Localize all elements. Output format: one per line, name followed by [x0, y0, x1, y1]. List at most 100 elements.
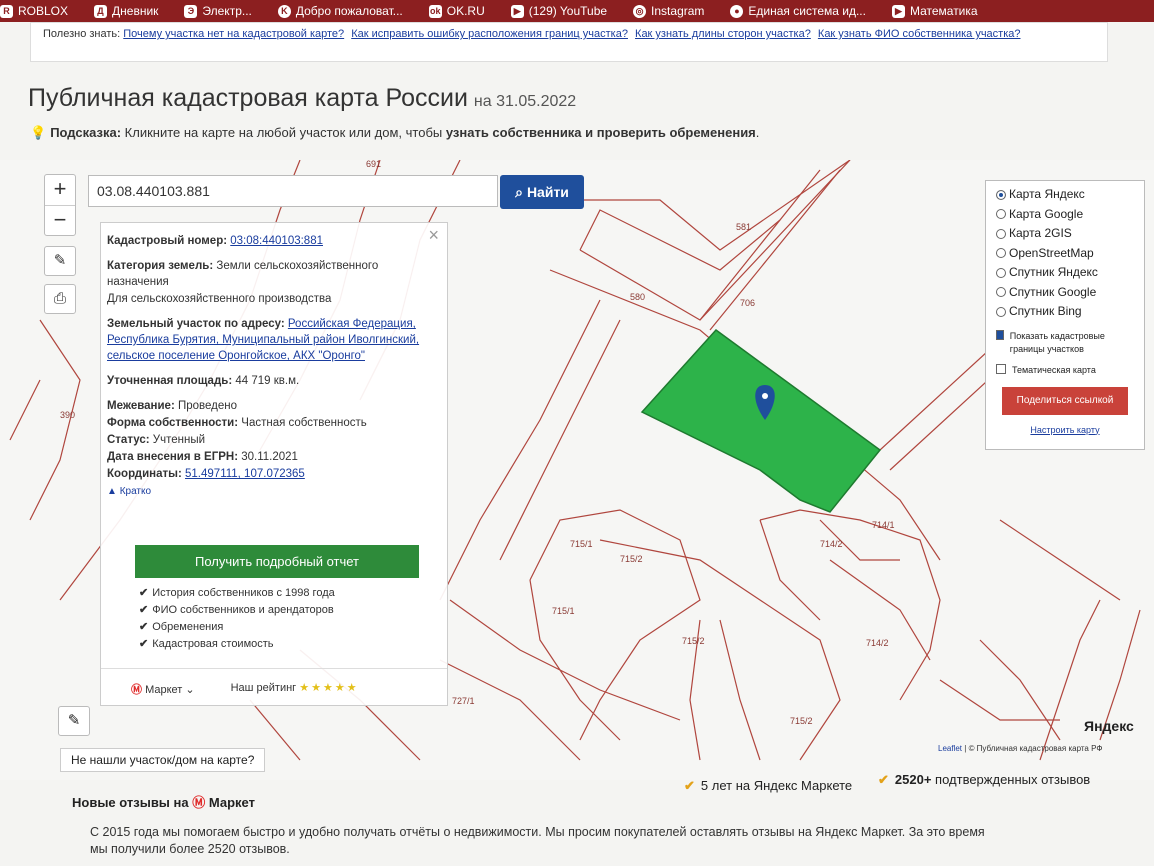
land-category-row: Категория земель: Земли сельскохозяйстве… [107, 260, 379, 288]
close-icon[interactable]: × [428, 225, 439, 246]
layer-option-google-map[interactable]: Карта Google [996, 205, 1134, 225]
parcel-info-panel: × Кадастровый номер: 03:08:440103:881 Ка… [100, 222, 448, 706]
bookmark-diary[interactable]: Д Дневник [94, 4, 158, 18]
print-button[interactable]: ⎙ [44, 284, 76, 314]
check-icon: ✔ [139, 621, 149, 633]
bookmark-youtube[interactable]: ▶ (129) YouTube [510, 4, 607, 18]
tip-link-owner-name[interactable]: Как узнать ФИО собственника участка? [818, 28, 1021, 40]
star-rating-icon: ★★★★★ [299, 682, 359, 694]
area-row: Уточненная площадь: 44 719 кв.м. [107, 375, 300, 387]
ruler-icon: ✎ [53, 252, 67, 269]
parcel-label: 714/2 [866, 638, 889, 648]
layer-option-yandex-map[interactable]: Карта Яндекс [996, 185, 1134, 205]
collapse-link[interactable]: ▲ Кратко [107, 486, 441, 497]
instagram-icon: ◎ [633, 4, 647, 18]
bookmark-roblox[interactable]: R ROBLOX [0, 4, 68, 18]
get-report-button[interactable]: Получить подробный отчет [135, 545, 419, 578]
parcel-label: 715/1 [552, 606, 575, 616]
configure-map-link[interactable]: Настроить карту [996, 425, 1134, 435]
address-row: Земельный участок по адресу: Российская … [107, 318, 420, 362]
reviews-count-stat: ✔ 2520+ подтвержденных отзывов [878, 772, 1091, 787]
market-badge[interactable]: Ⓜ Маркет ⌄ [131, 681, 195, 697]
search-input[interactable]: 03.08.440103.881 [88, 175, 498, 207]
bolt-icon: Э [184, 4, 198, 18]
hint: 💡 Подсказка: Кликните на карте на любой у… [30, 125, 760, 140]
layer-option-yandex-satellite[interactable]: Спутник Яндекс [996, 263, 1134, 283]
triangle-up-icon: ▲ [107, 486, 117, 497]
parcel-label: 714/2 [820, 539, 843, 549]
edit-button[interactable]: ✎ [58, 706, 90, 736]
tip-link-fix-border[interactable]: Как исправить ошибку расположения границ… [351, 28, 628, 40]
rating-footer: Ⓜ Маркет ⌄ Наш рейтинг ★★★★★ [101, 668, 447, 709]
bookmark-instagram[interactable]: ◎ Instagram [633, 4, 704, 18]
bookmark-gov[interactable]: ● Единая система ид... [730, 4, 866, 18]
share-link-button[interactable]: Поделиться ссылкой [1002, 386, 1128, 415]
layer-option-google-satellite[interactable]: Спутник Google [996, 283, 1134, 303]
ruler-button[interactable]: ✎ [44, 246, 76, 276]
vk-icon: K [277, 4, 291, 18]
radio-icon [996, 267, 1006, 278]
survey-row: Межевание: Проведено [107, 400, 238, 412]
parcel-label: 715/2 [790, 716, 813, 726]
thematic-map-checkbox[interactable]: Тематическая карта [996, 363, 1134, 377]
cadastral-map-link[interactable]: © Публичная кадастровая карта РФ [969, 744, 1103, 753]
layer-option-osm[interactable]: OpenStreetMap [996, 244, 1134, 264]
tip-link-side-length[interactable]: Как узнать длины сторон участка? [635, 28, 811, 40]
zoom-out-button[interactable]: − [45, 205, 75, 235]
radio-icon [996, 287, 1006, 298]
parcel-label: 390 [60, 410, 75, 420]
bookmarks-bar: R ROBLOX Д Дневник Э Электр... K Добро пожал… [0, 0, 1154, 22]
bookmark-electr[interactable]: Э Электр... [184, 4, 252, 18]
list-item: ✔ ФИО собственников и арендаторов [139, 604, 334, 616]
cadastral-number-link[interactable]: 03:08:440103:881 [230, 235, 323, 247]
egrn-date-row: Дата внесения в ЕГРН: 30.11.2021 [107, 451, 298, 463]
page-title: Публичная кадастровая карта России на 31.… [28, 84, 577, 112]
parcel-label: 715/1 [570, 539, 593, 549]
market-years-stat: ✔ 5 лет на Яндекс Маркете [684, 778, 853, 793]
check-icon: ✔ [139, 604, 149, 616]
layers-panel: Карта Яндекс Карта Google Карта 2GIS Ope… [985, 180, 1145, 450]
radio-icon [996, 248, 1006, 259]
list-item: ✔ История собственников с 1998 года [139, 587, 335, 599]
parcel-label: 727/1 [452, 696, 475, 706]
coordinates-link[interactable]: 51.497111, 107.072365 [185, 468, 305, 480]
ownership-row: Форма собственности: Частная собственнос… [107, 417, 367, 429]
bookmark-math[interactable]: ▶ Математика [891, 4, 978, 18]
reviews-paragraph: С 2015 года мы помогаем быстро и удобно … [90, 825, 985, 856]
check-icon: ✔ [139, 638, 149, 650]
yandex-logo: Яндекс [1084, 718, 1134, 734]
yandex-market-icon: Ⓜ [131, 684, 142, 696]
tips-bar: Полезно знать: Почему участка нет на кад… [30, 22, 1108, 62]
tip-link-missing[interactable]: Почему участка нет на кадастровой карте? [123, 28, 344, 40]
show-borders-checkbox[interactable]: Показать кадастровые границы участков [996, 329, 1134, 356]
bookmark-ok[interactable]: ok OK.RU [428, 4, 485, 18]
leaflet-link[interactable]: Leaflet [938, 744, 962, 753]
parcel-label: 706 [740, 298, 755, 308]
gov-icon: ● [730, 4, 744, 18]
find-button[interactable]: ⌕ Найти [500, 175, 584, 209]
zoom-control: + − [44, 174, 76, 236]
zoom-in-button[interactable]: + [45, 175, 75, 205]
land-use: Для сельскохозяйственного производства [107, 293, 332, 305]
check-icon: ✔ [684, 778, 695, 793]
radio-icon [996, 189, 1006, 200]
search-icon: ⌕ [515, 183, 523, 200]
radio-icon [996, 228, 1006, 239]
parcel-label: 715/2 [682, 636, 705, 646]
selected-parcel[interactable] [640, 328, 882, 513]
lightbulb-icon: 💡 [30, 125, 47, 140]
reviews-heading: Новые отзывы на Ⓜ Маркет [72, 795, 255, 810]
parcel-label: 580 [630, 292, 645, 302]
not-found-button[interactable]: Не нашли участок/дом на карте? [60, 748, 266, 772]
report-features: ✔ История собственников с 1998 года ✔ ФИО … [139, 585, 335, 653]
coordinates-row: Координаты: 51.497111, 107.072365 [107, 468, 305, 480]
radio-icon [996, 306, 1006, 317]
printer-icon: ⎙ [53, 290, 66, 307]
layer-option-2gis[interactable]: Карта 2GIS [996, 224, 1134, 244]
tips-prefix: Полезно знать: [43, 28, 121, 40]
bookmark-vk[interactable]: K Добро пожаловат... [277, 4, 403, 18]
parcel-label: 715/2 [620, 554, 643, 564]
layer-option-bing-satellite[interactable]: Спутник Bing [996, 302, 1134, 322]
check-icon: ✔ [878, 772, 889, 787]
youtube-icon: ▶ [510, 4, 524, 18]
